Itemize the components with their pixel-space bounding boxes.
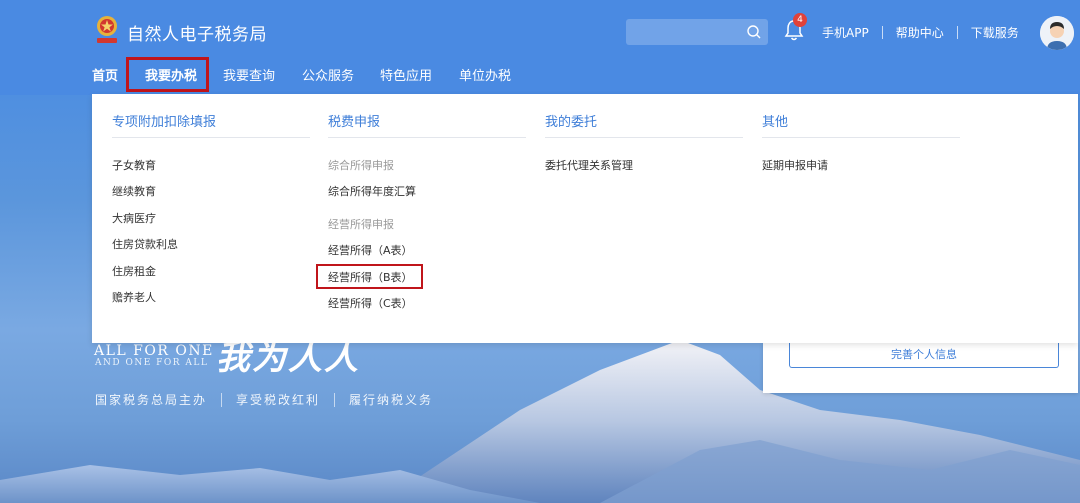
- help-center-link[interactable]: 帮助中心: [896, 24, 944, 41]
- divider: [956, 26, 958, 39]
- avatar[interactable]: [1040, 16, 1074, 50]
- menu-col-other-title[interactable]: 其他: [762, 111, 788, 130]
- site-title[interactable]: 自然人电子税务局: [127, 20, 267, 45]
- menu-subhead-business-income: 经营所得申报: [328, 218, 394, 231]
- nav-home[interactable]: 首页: [92, 66, 118, 88]
- menu-item-business-income-c[interactable]: 经营所得（C表）: [328, 295, 413, 311]
- menu-item-deferred-filing[interactable]: 延期申报申请: [762, 157, 828, 173]
- divider: [221, 392, 223, 407]
- top-links: 手机APP 帮助中心 下载服务: [822, 24, 1019, 41]
- dropdown-menu-panel: 专项附加扣除填报 子女教育 继续教育 大病医疗 住房贷款利息 住房租金 赡养老人…: [92, 94, 1078, 343]
- hero-english-line2: AND ONE FOR ALL: [95, 358, 209, 368]
- divider: [762, 137, 960, 138]
- menu-subhead-comprehensive-income: 综合所得申报: [328, 159, 394, 172]
- divider: [328, 137, 526, 138]
- user-info-card: 完善个人信息: [763, 343, 1078, 393]
- mobile-app-link[interactable]: 手机APP: [822, 24, 869, 41]
- divider: [112, 137, 310, 138]
- nav-public-service[interactable]: 公众服务: [302, 66, 354, 88]
- menu-item-continuing-education[interactable]: 继续教育: [112, 183, 156, 199]
- nav-highlight-box: [126, 57, 209, 92]
- menu-item-housing-loan-interest[interactable]: 住房贷款利息: [112, 236, 178, 252]
- hero-slogans: 国家税务总局主办 享受税改红利 履行纳税义务: [95, 391, 433, 408]
- nav-query[interactable]: 我要查询: [223, 66, 275, 88]
- divider: [334, 392, 336, 407]
- menu-item-housing-rent[interactable]: 住房租金: [112, 263, 156, 279]
- search-input[interactable]: [626, 19, 768, 45]
- tax-emblem-logo: [97, 16, 117, 43]
- menu-item-agent-relationship[interactable]: 委托代理关系管理: [545, 157, 633, 173]
- notification-badge: 4: [793, 13, 807, 27]
- slogan-item: 国家税务总局主办: [95, 393, 208, 407]
- menu-col-tax-declaration-title[interactable]: 税费申报: [328, 111, 380, 130]
- menu-item-elderly-support[interactable]: 赡养老人: [112, 289, 156, 305]
- menu-item-serious-illness[interactable]: 大病医疗: [112, 210, 156, 226]
- nav-unit-tax[interactable]: 单位办税: [459, 66, 511, 88]
- hero-english-line1: ALL FOR ONE: [94, 343, 214, 359]
- divider: [545, 137, 743, 138]
- user-avatar-icon: [1040, 16, 1074, 50]
- menu-item-highlight-box: [316, 264, 423, 289]
- nav-featured-apps[interactable]: 特色应用: [380, 66, 432, 88]
- menu-col-special-deduction-title[interactable]: 专项附加扣除填报: [112, 111, 216, 130]
- complete-profile-button[interactable]: 完善个人信息: [789, 343, 1059, 368]
- menu-item-children-education[interactable]: 子女教育: [112, 157, 156, 173]
- menu-item-business-income-a[interactable]: 经营所得（A表）: [328, 242, 413, 258]
- slogan-item: 履行纳税义务: [349, 393, 434, 407]
- menu-item-annual-settlement[interactable]: 综合所得年度汇算: [328, 183, 416, 199]
- search-icon[interactable]: [745, 23, 763, 41]
- slogan-item: 享受税改红利: [236, 393, 321, 407]
- menu-col-my-delegation-title[interactable]: 我的委托: [545, 111, 597, 130]
- divider: [881, 26, 883, 39]
- download-service-link[interactable]: 下载服务: [971, 24, 1019, 41]
